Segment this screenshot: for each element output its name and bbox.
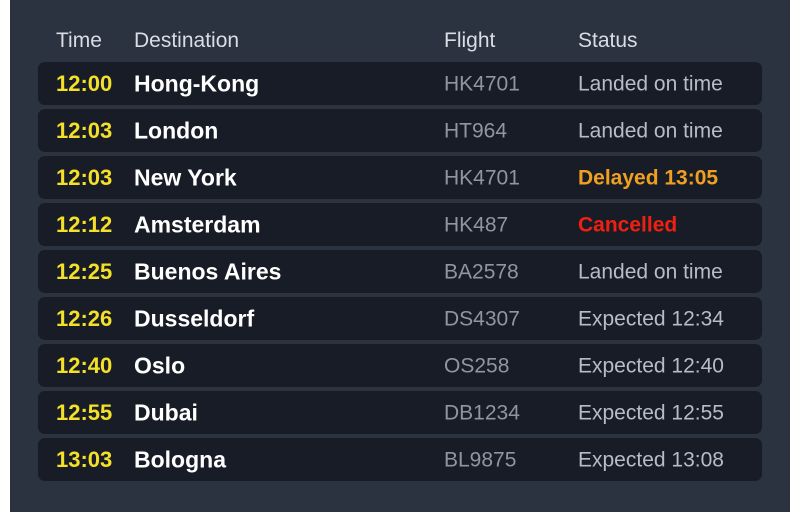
table-row[interactable]: 12:03 New York HK4701 Delayed 13:05 (38, 156, 762, 199)
flight-number: DS4307 (444, 307, 520, 330)
flight-number: BA2578 (444, 260, 519, 283)
flight-time: 12:03 (56, 164, 113, 190)
column-header-time: Time (56, 29, 102, 52)
flight-destination: Buenos Aires (134, 258, 282, 284)
flight-number: HK487 (444, 213, 509, 236)
table-row[interactable]: 12:03 London HT964 Landed on time (38, 109, 762, 152)
flight-time: 12:12 (56, 211, 113, 237)
flight-number: HK4701 (444, 72, 520, 95)
flight-destination: Amsterdam (134, 211, 261, 237)
flight-status: Landed on time (578, 72, 723, 95)
flight-status: Delayed 13:05 (578, 166, 719, 189)
column-header-destination: Destination (134, 29, 240, 52)
flight-number: HK4701 (444, 166, 520, 189)
column-header-status: Status (578, 29, 638, 52)
flight-status: Expected 12:40 (578, 354, 724, 377)
flight-status: Expected 13:08 (578, 448, 724, 471)
flight-number: DB1234 (444, 401, 520, 424)
flight-destination: New York (134, 164, 237, 190)
flight-status: Expected 12:55 (578, 401, 724, 424)
flight-destination: Bologna (134, 446, 226, 472)
flight-time: 12:03 (56, 117, 113, 143)
flight-information-board: Time Destination Flight Status 12:00 Hong… (10, 0, 790, 512)
column-header-flight: Flight (444, 29, 496, 52)
flight-time: 12:40 (56, 352, 113, 378)
table-row[interactable]: 12:00 Hong-Kong HK4701 Landed on time (38, 62, 762, 105)
flight-status: Expected 12:34 (578, 307, 724, 330)
table-row[interactable]: 12:25 Buenos Aires BA2578 Landed on time (38, 250, 762, 293)
flight-number: HT964 (444, 119, 508, 142)
flight-rows-list: 12:00 Hong-Kong HK4701 Landed on time 12:03 L… (10, 62, 790, 485)
flight-time: 12:55 (56, 399, 113, 425)
flight-number: OS258 (444, 354, 510, 377)
flight-time: 12:26 (56, 305, 113, 331)
table-row[interactable]: 12:40 Oslo OS258 Expected 12:40 (38, 344, 762, 387)
flight-status: Cancelled (578, 213, 678, 236)
flight-status: Landed on time (578, 119, 723, 142)
flight-number: BL9875 (444, 448, 517, 471)
table-row[interactable]: 12:12 Amsterdam HK487 Cancelled (38, 203, 762, 246)
flight-destination: Oslo (134, 352, 186, 378)
flight-destination: Dubai (134, 399, 198, 425)
flight-destination: London (134, 117, 219, 143)
flight-time: 12:00 (56, 70, 113, 96)
flight-time: 12:25 (56, 258, 113, 284)
flight-destination: Hong-Kong (134, 70, 260, 96)
board-header: Time Destination Flight Status (10, 0, 790, 62)
table-row[interactable]: 12:26 Dusseldorf DS4307 Expected 12:34 (38, 297, 762, 340)
flight-status: Landed on time (578, 260, 723, 283)
flight-time: 13:03 (56, 446, 113, 472)
flight-destination: Dusseldorf (134, 305, 255, 331)
table-row[interactable]: 13:03 Bologna BL9875 Expected 13:08 (38, 438, 762, 481)
table-row[interactable]: 12:55 Dubai DB1234 Expected 12:55 (38, 391, 762, 434)
